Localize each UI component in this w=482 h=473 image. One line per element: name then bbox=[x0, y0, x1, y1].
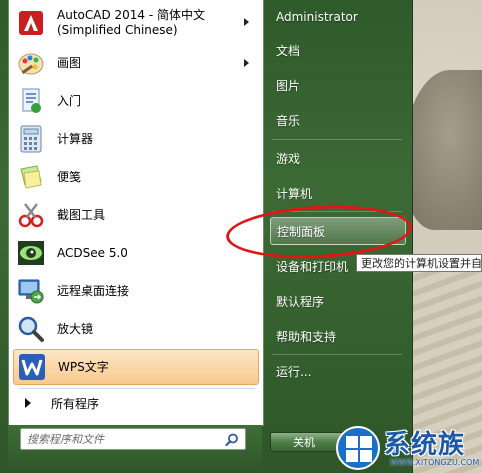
watermark-text: 系统族 bbox=[384, 430, 466, 460]
logo-pane bbox=[346, 436, 358, 448]
separator bbox=[19, 388, 255, 389]
program-label: 计算器 bbox=[57, 131, 94, 146]
wallpaper-rock bbox=[402, 70, 482, 230]
right-separator bbox=[272, 139, 402, 140]
acdsee-icon bbox=[15, 237, 47, 269]
right-item-music[interactable]: 音乐 bbox=[270, 106, 406, 134]
program-autocad[interactable]: AutoCAD 2014 - 简体中文 (Simplified Chinese) bbox=[13, 4, 259, 42]
autocad-icon bbox=[15, 7, 47, 39]
wps-writer-icon bbox=[16, 351, 48, 383]
submenu-arrow-icon bbox=[244, 59, 249, 67]
autocad-label-line2: (Simplified Chinese) bbox=[57, 23, 178, 37]
search-icon[interactable] bbox=[225, 432, 239, 447]
program-paint[interactable]: 画图 bbox=[13, 45, 259, 81]
program-label: 截图工具 bbox=[57, 207, 106, 222]
watermark-url: WWW.XITONGZU.COM bbox=[390, 458, 480, 467]
program-label: 入门 bbox=[57, 93, 82, 108]
program-acdsee[interactable]: ACDSee 5.0 bbox=[13, 235, 259, 271]
snipping-tool-icon bbox=[15, 199, 47, 231]
right-item-help-support[interactable]: 帮助和支持 bbox=[270, 322, 406, 350]
remote-desktop-icon bbox=[15, 275, 47, 307]
submenu-arrow-icon bbox=[244, 18, 249, 26]
windows-logo-icon bbox=[336, 426, 380, 470]
right-item-computer[interactable]: 计算机 bbox=[270, 179, 406, 207]
logo-pane bbox=[360, 436, 372, 448]
user-name[interactable]: Administrator bbox=[270, 3, 406, 31]
program-wps-writer[interactable]: WPS文字 bbox=[13, 349, 259, 385]
watermark: 系统族 WWW.XITONGZU.COM bbox=[332, 418, 482, 473]
getting-started-icon bbox=[15, 85, 47, 117]
program-label: WPS文字 bbox=[58, 359, 109, 374]
program-label: ACDSee 5.0 bbox=[57, 245, 128, 260]
program-label: AutoCAD 2014 - 简体中文 (Simplified Chinese) bbox=[57, 8, 205, 38]
program-magnifier[interactable]: 放大镜 bbox=[13, 311, 259, 347]
all-programs-label: 所有程序 bbox=[51, 396, 100, 411]
programs-pane: AutoCAD 2014 - 简体中文 (Simplified Chinese)… bbox=[8, 0, 264, 426]
program-getting-started[interactable]: 入门 bbox=[13, 83, 259, 119]
expand-arrow-icon bbox=[25, 398, 31, 408]
right-separator bbox=[272, 211, 402, 212]
start-menu: AutoCAD 2014 - 简体中文 (Simplified Chinese)… bbox=[0, 0, 413, 473]
program-label: 远程桌面连接 bbox=[57, 283, 130, 298]
right-item-default-programs[interactable]: 默认程序 bbox=[270, 287, 406, 315]
tooltip: 更改您的计算机设置并自定义其功能 bbox=[356, 254, 482, 272]
paint-icon bbox=[15, 47, 47, 79]
logo-pane bbox=[346, 450, 358, 462]
program-label: 便笺 bbox=[57, 169, 82, 184]
right-item-games[interactable]: 游戏 bbox=[270, 144, 406, 172]
sticky-notes-icon bbox=[15, 161, 47, 193]
right-separator bbox=[272, 354, 402, 355]
right-item-documents[interactable]: 文档 bbox=[270, 36, 406, 64]
program-label: 画图 bbox=[57, 55, 82, 70]
search-input[interactable] bbox=[27, 431, 217, 447]
all-programs-button[interactable]: 所有程序 bbox=[17, 392, 217, 414]
program-calculator[interactable]: 计算器 bbox=[13, 121, 259, 157]
autocad-label-line1: AutoCAD 2014 - 简体中文 bbox=[57, 8, 206, 22]
program-label: 放大镜 bbox=[57, 321, 94, 336]
calculator-icon bbox=[15, 123, 47, 155]
program-snipping-tool[interactable]: 截图工具 bbox=[13, 197, 259, 233]
right-item-run[interactable]: 运行... bbox=[270, 357, 406, 385]
magnifier-icon bbox=[15, 313, 47, 345]
program-remote-desktop[interactable]: 远程桌面连接 bbox=[13, 273, 259, 309]
right-item-control-panel[interactable]: 控制面板 bbox=[270, 217, 406, 245]
logo-pane bbox=[360, 450, 372, 462]
right-item-pictures[interactable]: 图片 bbox=[270, 71, 406, 99]
program-sticky-notes[interactable]: 便笺 bbox=[13, 159, 259, 195]
shutdown-button[interactable]: 关机 bbox=[270, 432, 338, 452]
search-box[interactable] bbox=[20, 428, 246, 450]
